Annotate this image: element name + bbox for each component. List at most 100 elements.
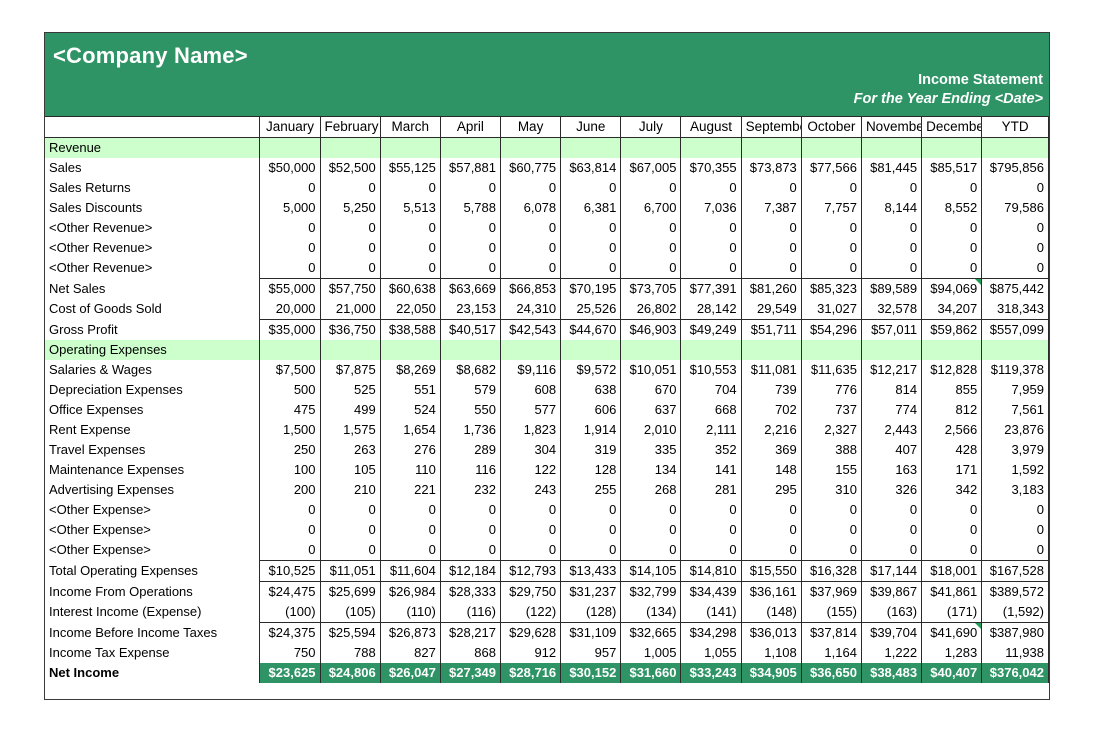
- cell-october: 737: [801, 400, 861, 420]
- cell-june: 128: [561, 460, 621, 480]
- cell-septembe: 0: [741, 218, 801, 238]
- cell-ytd: (1,592): [982, 602, 1049, 623]
- cell-january: 0: [260, 218, 320, 238]
- cell-august: $10,553: [681, 360, 741, 380]
- cell-july: 0: [621, 500, 681, 520]
- cell-april: $27,349: [440, 663, 500, 683]
- table-row: Total Operating Expenses$10,525$11,051$1…: [45, 561, 1049, 582]
- cell-april: 579: [440, 380, 500, 400]
- cell-july: $32,665: [621, 623, 681, 644]
- cell-ytd: $389,572: [982, 582, 1049, 603]
- column-header-ytd: YTD: [982, 117, 1049, 138]
- column-header-august: August: [681, 117, 741, 138]
- cell-novembe: 814: [861, 380, 921, 400]
- cell-novembe: 0: [861, 258, 921, 279]
- cell-ytd: $795,856: [982, 158, 1049, 178]
- cell-july: 0: [621, 178, 681, 198]
- cell-october: 7,757: [801, 198, 861, 218]
- cell-july: 26,802: [621, 299, 681, 320]
- column-header-may: May: [501, 117, 561, 138]
- cell-ytd: $167,528: [982, 561, 1049, 582]
- cell-february: 0: [320, 500, 380, 520]
- cell-decembe: 812: [922, 400, 982, 420]
- cell-novembe: [861, 138, 921, 159]
- cell-october: $54,296: [801, 320, 861, 341]
- column-header-june: June: [561, 117, 621, 138]
- cell-march: 0: [380, 258, 440, 279]
- report-titles: Income Statement For the Year Ending <Da…: [854, 71, 1043, 109]
- cell-june: $31,109: [561, 623, 621, 644]
- column-header-october: October: [801, 117, 861, 138]
- cell-april: $8,682: [440, 360, 500, 380]
- cell-march: [380, 138, 440, 159]
- cell-january: $7,500: [260, 360, 320, 380]
- cell-february: $11,051: [320, 561, 380, 582]
- cell-february: 0: [320, 520, 380, 540]
- cell-may: [501, 340, 561, 360]
- cell-septembe: $51,711: [741, 320, 801, 341]
- cell-june: (128): [561, 602, 621, 623]
- cell-january: 100: [260, 460, 320, 480]
- income-statement-table: JanuaryFebruaryMarchAprilMayJuneJulyAugu…: [45, 117, 1049, 683]
- cell-june: $70,195: [561, 279, 621, 300]
- cell-august: $70,355: [681, 158, 741, 178]
- cell-april: 868: [440, 643, 500, 663]
- cell-march: 551: [380, 380, 440, 400]
- table-row: <Other Revenue>0000000000000: [45, 238, 1049, 258]
- cell-ytd: $387,980: [982, 623, 1049, 644]
- cell-april: 0: [440, 500, 500, 520]
- cell-septembe: $34,905: [741, 663, 801, 683]
- cell-april: $40,517: [440, 320, 500, 341]
- cell-ytd: 318,343: [982, 299, 1049, 320]
- cell-july: $67,005: [621, 158, 681, 178]
- table-row: Cost of Goods Sold20,00021,00022,05023,1…: [45, 299, 1049, 320]
- cell-septembe: 0: [741, 238, 801, 258]
- cell-july: 0: [621, 258, 681, 279]
- cell-january: $50,000: [260, 158, 320, 178]
- cell-june: 0: [561, 258, 621, 279]
- cell-may: 608: [501, 380, 561, 400]
- cell-august: 0: [681, 238, 741, 258]
- cell-october: 0: [801, 520, 861, 540]
- cell-septembe: 7,387: [741, 198, 801, 218]
- cell-decembe: 8,552: [922, 198, 982, 218]
- cell-septembe: 0: [741, 258, 801, 279]
- cell-may: 912: [501, 643, 561, 663]
- cell-novembe: 0: [861, 520, 921, 540]
- cell-ytd: [982, 340, 1049, 360]
- cell-may: $60,775: [501, 158, 561, 178]
- cell-june: 0: [561, 540, 621, 561]
- table-row: Depreciation Expenses5005255515796086386…: [45, 380, 1049, 400]
- cell-august: 0: [681, 258, 741, 279]
- cell-septembe: $11,081: [741, 360, 801, 380]
- table-row: Operating Expenses: [45, 340, 1049, 360]
- cell-ytd: 0: [982, 258, 1049, 279]
- row-label: Income Tax Expense: [45, 643, 260, 663]
- cell-june: 255: [561, 480, 621, 500]
- cell-august: $77,391: [681, 279, 741, 300]
- cell-march: 0: [380, 520, 440, 540]
- cell-april: (116): [440, 602, 500, 623]
- cell-july: $46,903: [621, 320, 681, 341]
- cell-february: [320, 340, 380, 360]
- cell-july: $14,105: [621, 561, 681, 582]
- cell-decembe: 171: [922, 460, 982, 480]
- cell-may: 122: [501, 460, 561, 480]
- cell-october: 0: [801, 500, 861, 520]
- cell-january: 0: [260, 238, 320, 258]
- cell-july: 2,010: [621, 420, 681, 440]
- cell-february: $36,750: [320, 320, 380, 341]
- cell-march: 110: [380, 460, 440, 480]
- cell-march: (110): [380, 602, 440, 623]
- cell-october: $36,650: [801, 663, 861, 683]
- cell-ytd: $557,099: [982, 320, 1049, 341]
- cell-septembe: 2,216: [741, 420, 801, 440]
- cell-may: 0: [501, 238, 561, 258]
- cell-ytd: 3,979: [982, 440, 1049, 460]
- cell-february: $25,594: [320, 623, 380, 644]
- cell-ytd: 23,876: [982, 420, 1049, 440]
- cell-february: [320, 138, 380, 159]
- cell-july: $31,660: [621, 663, 681, 683]
- cell-january: 0: [260, 178, 320, 198]
- cell-ytd: $376,042: [982, 663, 1049, 683]
